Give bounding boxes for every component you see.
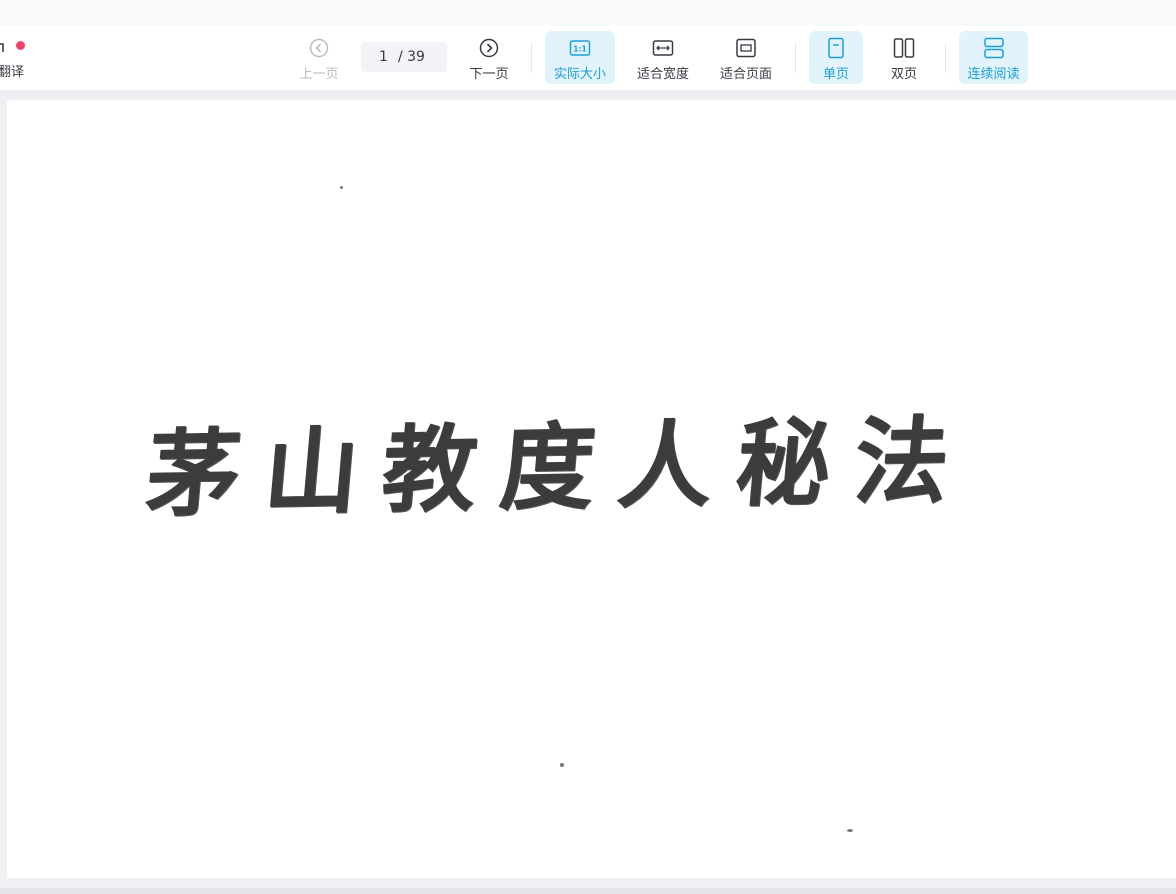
- page-indicator[interactable]: 1 / 39: [361, 42, 447, 72]
- continuous-icon: [983, 36, 1005, 60]
- translate-label: 翻译: [0, 65, 25, 80]
- toolbar-divider: [945, 43, 946, 73]
- fit-page-button[interactable]: 适合页面: [713, 31, 779, 84]
- status-bar: [0, 888, 1176, 894]
- document-viewer[interactable]: 茅山教度人秘法: [0, 91, 1176, 888]
- single-page-icon: [827, 36, 845, 60]
- next-page-icon: [479, 36, 499, 60]
- current-page-input[interactable]: 1: [379, 49, 388, 65]
- continuous-label: 连续阅读: [967, 67, 1020, 82]
- page-speck: [340, 186, 343, 189]
- next-page-button[interactable]: 下一页: [462, 31, 516, 84]
- actual-size-icon: 1:1: [569, 36, 591, 60]
- svg-text:1:1: 1:1: [573, 45, 586, 54]
- notification-dot: [16, 41, 25, 50]
- page-speck: [560, 763, 564, 767]
- page-speck: [847, 829, 853, 832]
- double-page-icon: [893, 36, 915, 60]
- page-title-text: 茅山教度人秘法: [141, 405, 978, 531]
- prev-page-icon: [309, 36, 329, 60]
- title-strip: [0, 0, 1176, 26]
- actual-size-label: 实际大小: [553, 67, 606, 82]
- toolbar-divider: [531, 43, 532, 73]
- prev-page-button[interactable]: 上一页: [292, 31, 346, 84]
- document-page: 茅山教度人秘法: [7, 100, 1176, 878]
- double-page-button[interactable]: 双页: [877, 31, 931, 84]
- fit-width-button[interactable]: 适合宽度: [630, 31, 696, 84]
- translate-button[interactable]: 翻译: [0, 34, 36, 82]
- fit-page-label: 适合页面: [719, 67, 772, 82]
- total-pages: / 39: [397, 49, 425, 65]
- next-page-label: 下一页: [469, 67, 509, 82]
- fit-page-icon: [735, 36, 757, 60]
- actual-size-button[interactable]: 1:1 实际大小: [545, 31, 615, 84]
- reader-toolbar: 翻译 上一页 1 / 39 下一页 1:1 实际大小 适合宽度 适合页面 单页 …: [0, 26, 1176, 91]
- prev-page-label: 上一页: [299, 67, 339, 82]
- single-page-label: 单页: [822, 67, 849, 82]
- toolbar-divider: [795, 43, 796, 73]
- double-page-label: 双页: [890, 67, 917, 82]
- fit-width-label: 适合宽度: [636, 67, 689, 82]
- single-page-button[interactable]: 单页: [809, 31, 863, 84]
- fit-width-icon: [652, 36, 674, 60]
- continuous-read-button[interactable]: 连续阅读: [959, 31, 1028, 84]
